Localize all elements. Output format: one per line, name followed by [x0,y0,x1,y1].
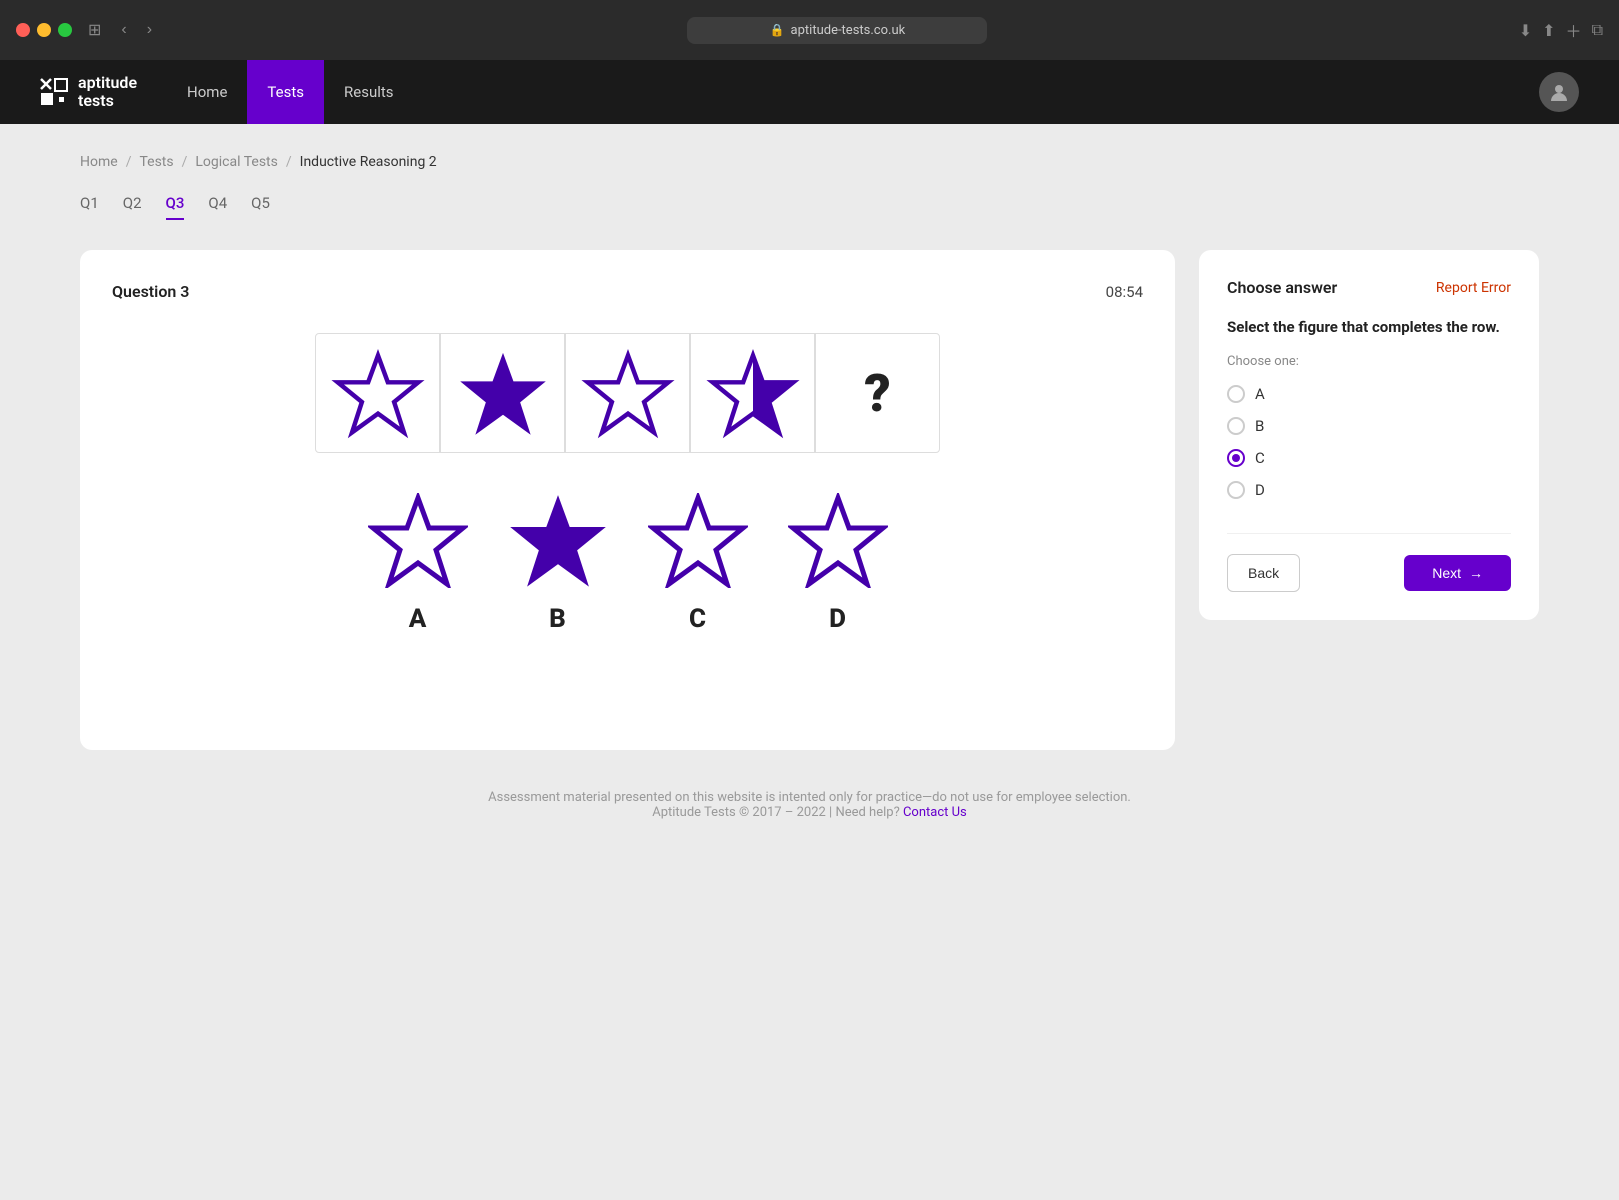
nav-home[interactable]: Home [167,60,247,124]
tab-q1[interactable]: Q1 [80,194,99,220]
sidebar-toggle-button[interactable]: ⊞ [84,16,105,44]
url-text: aptitude-tests.co.uk [791,23,906,38]
tab-overview-icon[interactable]: ⧉ [1592,20,1603,40]
browser-actions: ⬇ ⬆ ＋ ⧉ [1519,18,1603,42]
star-cell-4 [690,333,815,453]
share-icon[interactable]: ⬆ [1542,21,1555,40]
question-number: Question 3 [112,282,189,301]
answer-label-b: B [549,604,566,634]
new-tab-icon[interactable]: ＋ [1566,18,1582,42]
question-header: Question 3 08:54 [112,282,1143,301]
choose-one-label: Choose one: [1227,354,1511,369]
radio-options: A B C D [1227,385,1511,509]
radio-option-d[interactable]: D [1227,481,1511,499]
tab-q3[interactable]: Q3 [166,194,185,220]
star-cell-question: ? [815,333,940,453]
footer-copyright: Aptitude Tests © 2017 – 2022 | Need help… [80,805,1539,820]
question-mark-symbol: ? [864,363,891,424]
forward-browser-button[interactable]: › [143,17,156,43]
radio-circle-c [1227,449,1245,467]
browser-chrome: ⊞ ‹ › 🔒 aptitude-tests.co.uk ⬇ ⬆ ＋ ⧉ [0,0,1619,60]
answer-label-c: C [689,604,706,634]
report-error-link[interactable]: Report Error [1436,280,1511,296]
radio-label-b: B [1255,417,1264,435]
answer-option-b[interactable]: B [508,493,608,634]
answer-label-d: D [829,604,846,634]
star-cell-2 [440,333,565,453]
choose-answer-title: Choose answer [1227,278,1337,297]
radio-circle-d [1227,481,1245,499]
question-timer: 08:54 [1106,283,1143,301]
answer-label-a: A [409,604,427,634]
breadcrumb-sep1: / [126,154,132,170]
radio-label-d: D [1255,481,1265,499]
answer-option-a[interactable]: A [368,493,468,634]
question-card: Question 3 08:54 [80,250,1175,750]
answer-panel: Choose answer Report Error Select the fi… [1199,250,1539,620]
traffic-lights [16,23,72,37]
answer-option-c[interactable]: C [648,493,748,634]
radio-option-b[interactable]: B [1227,417,1511,435]
maximize-button[interactable] [58,23,72,37]
back-button[interactable]: Back [1227,554,1300,592]
tab-q5[interactable]: Q5 [251,194,270,220]
answer-options-row: A B C [112,493,1143,634]
breadcrumb-logical[interactable]: Logical Tests [195,154,277,170]
breadcrumb-current: Inductive Reasoning 2 [300,154,437,170]
logo: aptitude tests [40,74,137,109]
nav-tests[interactable]: Tests [247,60,324,124]
footer-disclaimer: Assessment material presented on this we… [80,790,1539,805]
select-instruction: Select the figure that completes the row… [1227,317,1511,338]
star-cell-3 [565,333,690,453]
tab-q2[interactable]: Q2 [123,194,142,220]
logo-icon [40,78,68,106]
footer-contact-link[interactable]: Contact Us [903,805,967,820]
next-label: Next [1432,565,1461,581]
radio-option-c[interactable]: C [1227,449,1511,467]
star-row: ? [112,333,1143,453]
main-content: Home / Tests / Logical Tests / Inductive… [0,124,1619,1200]
question-tabs: Q1 Q2 Q3 Q4 Q5 [80,194,1539,220]
close-button[interactable] [16,23,30,37]
minimize-button[interactable] [37,23,51,37]
user-avatar[interactable] [1539,72,1579,112]
navbar: aptitude tests Home Tests Results [0,60,1619,124]
panel-footer: Back Next → [1227,533,1511,592]
breadcrumb-sep2: / [182,154,188,170]
radio-circle-b [1227,417,1245,435]
footer: Assessment material presented on this we… [80,750,1539,840]
answer-panel-header: Choose answer Report Error [1227,278,1511,297]
breadcrumb-tests[interactable]: Tests [139,154,173,170]
tab-q4[interactable]: Q4 [208,194,227,220]
radio-label-a: A [1255,385,1265,403]
back-browser-button[interactable]: ‹ [117,17,130,43]
footer-copyright-text: Aptitude Tests © 2017 – 2022 | Need help… [652,805,900,820]
next-arrow-icon: → [1469,565,1483,581]
address-bar: 🔒 aptitude-tests.co.uk [168,17,1507,44]
radio-circle-a [1227,385,1245,403]
breadcrumb-home[interactable]: Home [80,154,118,170]
lock-icon: 🔒 [770,23,785,37]
breadcrumb: Home / Tests / Logical Tests / Inductive… [80,154,1539,170]
download-icon[interactable]: ⬇ [1519,21,1532,40]
next-button[interactable]: Next → [1404,555,1511,591]
breadcrumb-sep3: / [286,154,292,170]
content-row: Question 3 08:54 [80,250,1539,750]
star-cell-1 [315,333,440,453]
logo-text: aptitude tests [78,74,137,109]
answer-option-d[interactable]: D [788,493,888,634]
nav-links: Home Tests Results [167,60,413,124]
nav-results[interactable]: Results [324,60,414,124]
radio-option-a[interactable]: A [1227,385,1511,403]
url-bar[interactable]: 🔒 aptitude-tests.co.uk [687,17,987,44]
radio-label-c: C [1255,449,1265,467]
